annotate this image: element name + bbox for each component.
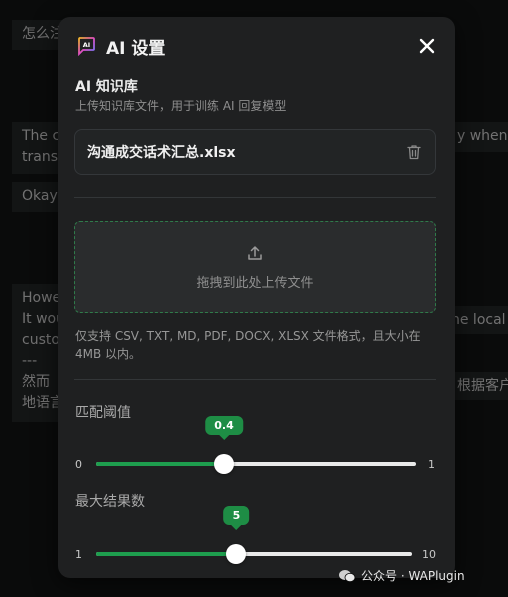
match-threshold-slider[interactable]: 0.4 [96,416,416,474]
slider-min-label: 0 [75,458,82,471]
slider-max-label: 10 [422,548,436,561]
trash-icon[interactable] [405,143,423,161]
slider-max-label: 1 [428,458,435,471]
dropzone-label: 拖拽到此处上传文件 [196,275,314,291]
slider-value-badge: 5 [223,506,250,530]
upload-icon [248,245,262,260]
watermark-text: 公众号 · WAPlugin [361,569,465,583]
wechat-icon [339,569,356,582]
knowledge-base-description: 上传知识库文件，用于训练 AI 回复模型 [75,99,287,113]
slider-value-badge: 0.4 [205,416,243,440]
close-icon[interactable] [417,36,437,56]
knowledge-base-title: AI 知识库 [75,79,138,95]
slider-track-fill [96,462,224,466]
file-dropzone[interactable]: 拖拽到此处上传文件 [74,221,436,313]
match-threshold-label: 匹配阈值 [75,405,131,421]
uploaded-file-item: 沟通成交话术汇总.xlsx [74,129,436,175]
slider-thumb[interactable]: 0.4 [205,416,243,474]
ai-chat-icon: AI [78,37,95,56]
watermark: 公众号 · WAPlugin [338,567,465,584]
slider-track-fill [96,552,237,556]
dialog-title: AI 设置 [106,38,166,59]
file-format-hint: 仅支持 CSV, TXT, MD, PDF, DOCX, XLSX 文件格式，且… [75,329,421,361]
slider-min-label: 1 [75,548,82,561]
slider-thumb[interactable]: 5 [223,506,250,564]
divider [74,379,436,380]
svg-text:AI: AI [83,41,90,49]
dialog-header: AI AI 设置 [76,35,437,59]
ai-settings-dialog: AI AI 设置 AI 知识库 上传知识库文件，用于训练 AI 回复模型 沟通成… [58,17,455,578]
max-results-label: 最大结果数 [75,494,145,510]
divider [74,197,436,198]
max-results-slider[interactable]: 5 [96,506,412,564]
file-name: 沟通成交话术汇总.xlsx [87,145,236,161]
